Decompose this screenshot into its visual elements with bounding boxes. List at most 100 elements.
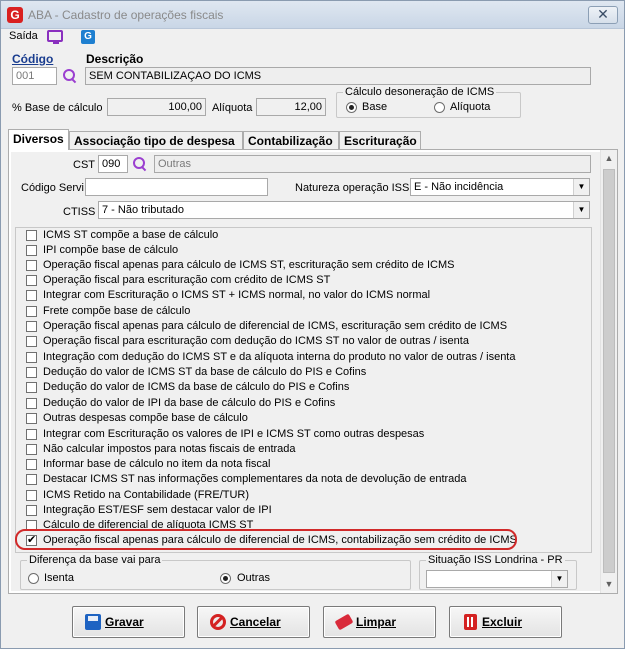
limpar-button[interactable]: Limpar — [323, 606, 436, 638]
base-calculo-label: % Base de cálculo — [12, 102, 103, 114]
checkbox-label: Dedução do valor de IPI da base de cálcu… — [43, 397, 336, 409]
checkbox-label: Integrar com Escrituração o ICMS ST + IC… — [43, 289, 431, 301]
checkbox[interactable] — [26, 474, 37, 485]
checkbox-label: Não calcular impostos para notas fiscais… — [43, 443, 296, 455]
natureza-label: Natureza operação ISS — [295, 182, 410, 194]
gravar-label: Gravar — [105, 615, 144, 629]
cst-description: Outras — [154, 155, 591, 173]
chevron-down-icon[interactable]: ▼ — [573, 202, 589, 218]
chevron-down-icon[interactable]: ▼ — [551, 571, 567, 587]
close-button[interactable]: ✕ — [588, 6, 618, 24]
checkbox-label: ICMS ST compõe a base de cálculo — [43, 229, 219, 241]
ctiss-label: CTISS — [63, 206, 96, 218]
checkbox-label: ICMS Retido na Contabilidade (FRE/TUR) — [43, 489, 250, 501]
checkbox[interactable] — [26, 260, 37, 271]
checkbox-label: Frete compõe base de cálculo — [43, 305, 191, 317]
highlight-outline — [15, 529, 517, 550]
g-logo-icon[interactable]: G — [81, 30, 95, 44]
checkbox[interactable] — [26, 413, 37, 424]
codigo-servico-label: Código Servi — [21, 182, 84, 194]
radio-outras-label: Outras — [237, 572, 271, 584]
limpar-label: Limpar — [356, 615, 397, 629]
options-checklist: ICMS ST compõe a base de cálculo IPI com… — [15, 227, 592, 553]
checkbox[interactable] — [26, 382, 37, 393]
radio-isenta-label: Isenta — [44, 572, 74, 584]
checkbox[interactable] — [26, 459, 37, 470]
checkbox-label: Integração com dedução do ICMS ST e da a… — [43, 351, 516, 363]
checkbox-label: IPI compõe base de cálculo — [43, 244, 179, 256]
checkbox[interactable] — [26, 505, 37, 516]
checkbox[interactable] — [26, 429, 37, 440]
title-bar: G ABA - Cadastro de operações fiscais ✕ — [1, 1, 624, 29]
tab-escrituracao[interactable]: Escrituração — [339, 131, 421, 149]
checkbox[interactable] — [26, 230, 37, 241]
excluir-button[interactable]: Excluir — [449, 606, 562, 638]
vertical-scrollbar[interactable]: ▲ ▼ — [600, 150, 617, 593]
checkbox[interactable] — [26, 290, 37, 301]
checkbox-label: Integrar com Escrituração os valores de … — [43, 428, 425, 440]
trash-icon — [464, 614, 477, 630]
checkbox-label: Destacar ICMS ST nas informações complem… — [43, 473, 467, 485]
aliquota-input[interactable]: 12,00 — [256, 98, 326, 116]
ctiss-select[interactable]: 7 - Não tributado ▼ — [98, 201, 590, 219]
cancelar-label: Cancelar — [230, 615, 281, 629]
checkbox[interactable] — [26, 321, 37, 332]
checkbox[interactable] — [26, 336, 37, 347]
save-icon — [85, 614, 101, 630]
base-calculo-input[interactable]: 100,00 — [107, 98, 206, 116]
checkbox-label: Informar base de cálculo no item da nota… — [43, 458, 271, 470]
checkbox-label: Outras despesas compõe base de cálculo — [43, 412, 248, 424]
checkbox[interactable] — [26, 490, 37, 501]
desoneracao-group: Cálculo desoneração de ICMS Base Alíquot… — [336, 86, 521, 118]
scroll-up-icon[interactable]: ▲ — [601, 150, 617, 167]
cst-search-icon[interactable] — [133, 157, 147, 171]
checkbox[interactable] — [26, 352, 37, 363]
diferenca-legend: Diferença da base vai para — [27, 554, 163, 566]
checkbox[interactable] — [26, 398, 37, 409]
checkbox[interactable] — [26, 275, 37, 286]
scroll-down-icon[interactable]: ▼ — [601, 576, 617, 593]
codigo-servico-input[interactable] — [85, 178, 268, 196]
main-window: G ABA - Cadastro de operações fiscais ✕ … — [0, 0, 625, 649]
tab-associacao[interactable]: Associação tipo de despesa — [69, 131, 243, 149]
checkbox-label: Operação fiscal para escrituração com cr… — [43, 274, 331, 286]
codigo-label: Código — [12, 52, 54, 66]
monitor-icon[interactable] — [47, 30, 63, 44]
checkbox-label: Operação fiscal para escrituração com de… — [43, 335, 469, 347]
window-title: ABA - Cadastro de operações fiscais — [28, 8, 224, 22]
radio-aliquota[interactable] — [434, 102, 445, 113]
search-icon[interactable] — [63, 69, 77, 83]
checkbox[interactable] — [26, 444, 37, 455]
cst-input[interactable]: 090 — [98, 155, 128, 173]
checkbox-label: Operação fiscal apenas para cálculo de I… — [43, 259, 455, 271]
radio-isenta[interactable] — [28, 573, 39, 584]
checkbox[interactable] — [26, 245, 37, 256]
descricao-input[interactable]: SEM CONTABILIZAÇAO DO ICMS — [85, 67, 591, 85]
radio-base[interactable] — [346, 102, 357, 113]
excluir-label: Excluir — [482, 615, 523, 629]
descricao-label: Descrição — [86, 52, 144, 66]
tab-diversos[interactable]: Diversos — [8, 129, 69, 150]
natureza-select[interactable]: E - Não incidência ▼ — [410, 178, 590, 196]
tab-contabilizacao[interactable]: Contabilização — [243, 131, 339, 149]
desoneracao-legend: Cálculo desoneração de ICMS — [343, 86, 497, 98]
chevron-down-icon[interactable]: ▼ — [573, 179, 589, 195]
cancelar-button[interactable]: Cancelar — [197, 606, 310, 638]
radio-aliquota-label: Alíquota — [450, 101, 491, 113]
diferenca-group: Diferença da base vai para Isenta Outras — [20, 554, 411, 590]
scroll-thumb[interactable] — [603, 169, 615, 573]
app-logo-icon: G — [7, 7, 23, 23]
cancel-icon — [210, 614, 226, 630]
eraser-icon — [334, 613, 354, 631]
situacao-select[interactable]: ▼ — [426, 570, 568, 588]
gravar-button[interactable]: Gravar — [72, 606, 185, 638]
codigo-input[interactable]: 001 — [12, 67, 57, 85]
radio-outras[interactable] — [220, 573, 231, 584]
situacao-legend: Situação ISS Londrina - PR — [426, 554, 565, 566]
checkbox[interactable] — [26, 306, 37, 317]
ctiss-value: 7 - Não tributado — [102, 204, 184, 216]
checkbox[interactable] — [26, 367, 37, 378]
checkbox-label: Dedução do valor de ICMS ST da base de c… — [43, 366, 367, 378]
cst-label: CST — [73, 159, 95, 171]
radio-base-label: Base — [362, 101, 388, 113]
